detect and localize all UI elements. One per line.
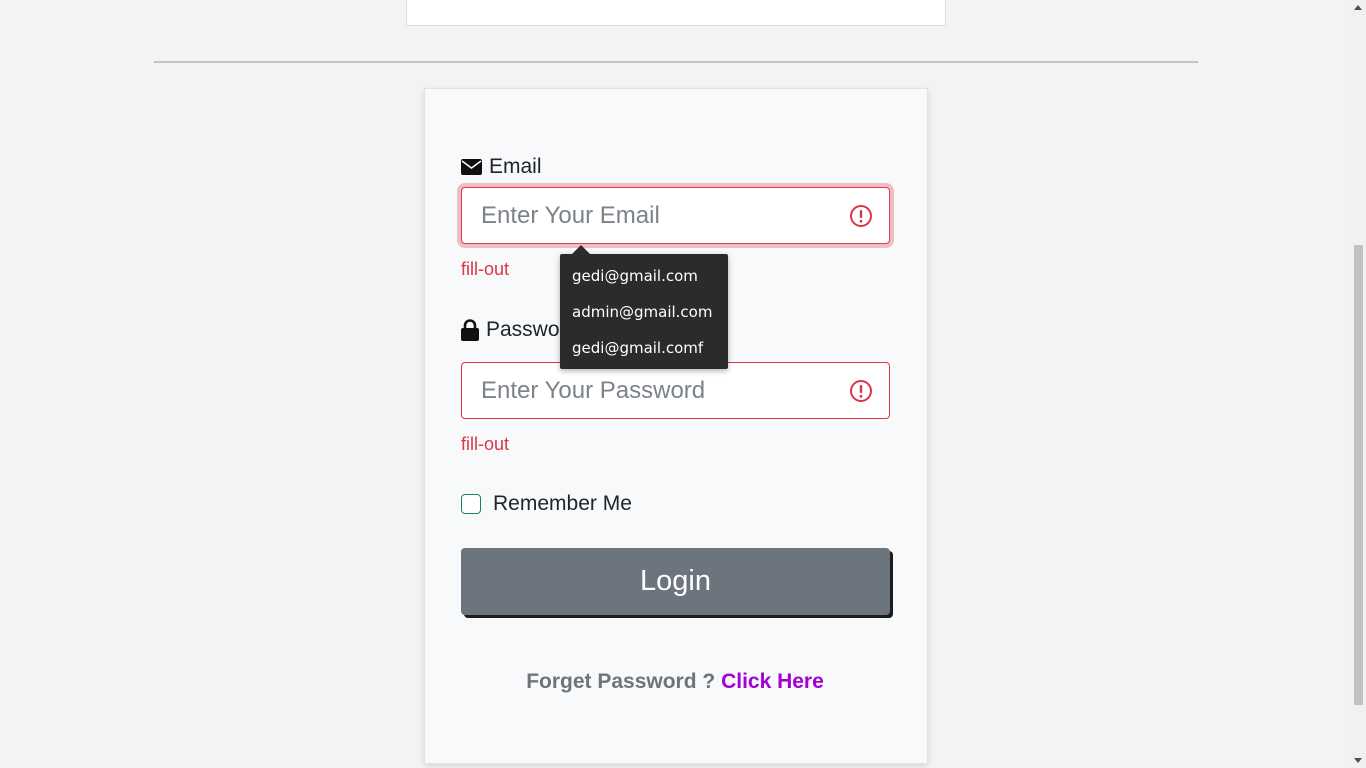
remember-me[interactable]: Remember Me <box>461 492 632 516</box>
forget-password: Forget Password ? Click Here <box>424 670 926 694</box>
envelope-icon <box>461 159 482 175</box>
autocomplete-item[interactable]: gedi@gmail.com <box>560 258 728 294</box>
section-divider <box>154 61 1198 63</box>
top-panel <box>406 0 946 26</box>
email-field-wrapper <box>461 187 890 244</box>
scroll-up-arrow-icon[interactable] <box>1354 5 1362 10</box>
autocomplete-item[interactable]: gedi@gmail.comf <box>560 330 728 366</box>
password-input[interactable] <box>462 363 849 418</box>
exclamation-circle-icon <box>850 204 872 227</box>
email-input[interactable] <box>462 188 849 243</box>
email-error: fill-out <box>461 259 510 279</box>
forget-password-text: Forget Password ? <box>526 670 716 693</box>
click-here-link[interactable]: Click Here <box>721 670 824 693</box>
scroll-thumb[interactable] <box>1354 245 1363 705</box>
scroll-down-arrow-icon[interactable] <box>1354 758 1362 763</box>
email-label: Email <box>461 155 542 179</box>
autocomplete-item[interactable]: admin@gmail.com <box>560 294 728 330</box>
exclamation-circle-icon <box>850 379 872 402</box>
remember-label: Remember Me <box>493 492 632 515</box>
password-field-wrapper <box>461 362 890 419</box>
lock-icon <box>461 319 479 341</box>
email-autocomplete-dropdown: gedi@gmail.com admin@gmail.com gedi@gmai… <box>560 245 728 369</box>
password-error: fill-out <box>461 434 510 454</box>
remember-checkbox[interactable] <box>461 494 481 514</box>
page-scrollbar[interactable] <box>1351 0 1366 768</box>
login-button[interactable]: Login <box>461 548 890 615</box>
email-label-text: Email <box>489 155 542 178</box>
